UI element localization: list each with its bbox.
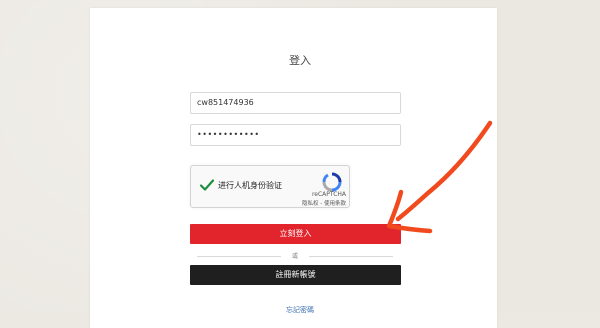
or-divider: 或 bbox=[197, 251, 393, 261]
login-button[interactable]: 立刻登入 bbox=[190, 224, 401, 244]
captcha-links[interactable]: 隐私权 - 使用条款 bbox=[302, 199, 346, 207]
register-button[interactable]: 註冊新帳號 bbox=[190, 265, 401, 285]
recaptcha-widget[interactable]: 进行人机身份验证 reCAPTCHA 隐私权 - 使用条款 bbox=[190, 165, 350, 208]
check-icon[interactable] bbox=[199, 177, 215, 193]
recaptcha-logo-icon bbox=[322, 172, 342, 192]
password-field[interactable]: •••••••••••• bbox=[190, 124, 401, 146]
username-field[interactable]: cw851474936 bbox=[190, 92, 401, 114]
forgot-password-link[interactable]: 忘記密碼 bbox=[0, 305, 600, 315]
page-title: 登入 bbox=[289, 54, 311, 67]
captcha-brand: reCAPTCHA bbox=[311, 191, 346, 198]
captcha-label: 进行人机身份验证 bbox=[218, 181, 282, 190]
divider-line-right bbox=[309, 256, 393, 257]
